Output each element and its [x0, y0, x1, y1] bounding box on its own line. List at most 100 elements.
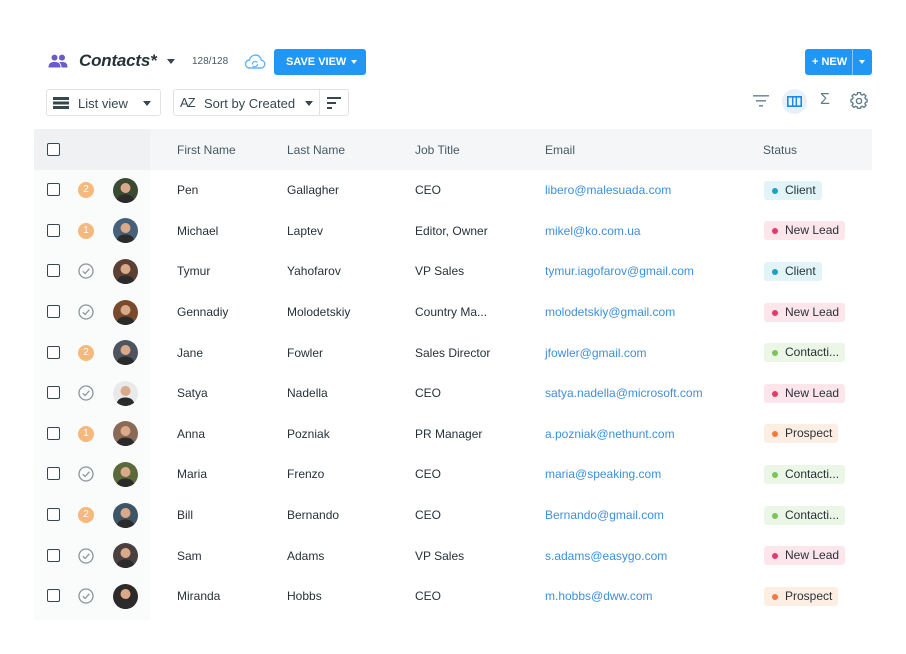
cell-email-link[interactable]: jfowler@gmail.com	[545, 346, 647, 360]
column-header-status[interactable]: Status	[763, 143, 797, 157]
avatar[interactable]	[113, 502, 138, 528]
cell-email-link[interactable]: satya.nadella@microsoft.com	[545, 386, 703, 400]
cell-first-name[interactable]: Satya	[177, 386, 208, 400]
status-badge[interactable]: Contacti...	[764, 464, 846, 484]
new-record-caret-icon[interactable]	[859, 60, 865, 64]
check-circle-icon[interactable]	[78, 304, 94, 320]
cell-last-name[interactable]: Yahofarov	[287, 264, 341, 278]
status-badge[interactable]: New Lead	[764, 221, 846, 241]
task-count-badge[interactable]: 2	[78, 344, 94, 361]
row-checkbox[interactable]	[47, 467, 60, 481]
cell-email-link[interactable]: libero@malesuada.com	[545, 183, 671, 197]
cell-first-name[interactable]: Michael	[177, 224, 218, 238]
cell-job-title[interactable]: CEO	[415, 508, 441, 522]
columns-button[interactable]	[782, 89, 807, 114]
avatar[interactable]	[113, 543, 138, 569]
avatar[interactable]	[113, 177, 138, 203]
cell-first-name[interactable]: Miranda	[177, 589, 220, 603]
cell-last-name[interactable]: Gallagher	[287, 183, 339, 197]
avatar[interactable]	[113, 461, 138, 487]
select-all-checkbox[interactable]	[47, 143, 60, 156]
table-row[interactable]: Maria Frenzo CEO maria@speaking.com Contact…	[34, 454, 872, 495]
status-badge[interactable]: New Lead	[764, 383, 846, 403]
sum-icon[interactable]: Σ	[820, 91, 830, 109]
save-view-caret-icon[interactable]	[351, 60, 357, 64]
table-row[interactable]: 1 Michael Laptev Editor, Owner mikel@ko.com…	[34, 211, 872, 252]
row-checkbox[interactable]	[47, 264, 60, 278]
cell-email-link[interactable]: s.adams@easygo.com	[545, 549, 667, 563]
cell-job-title[interactable]: CEO	[415, 467, 441, 481]
status-badge[interactable]: New Lead	[764, 546, 846, 566]
cell-first-name[interactable]: Gennadiy	[177, 305, 228, 319]
status-badge[interactable]: New Lead	[764, 302, 846, 322]
cell-email-link[interactable]: a.pozniak@nethunt.com	[545, 427, 675, 441]
avatar[interactable]	[113, 380, 138, 406]
column-header-first-name[interactable]: First Name	[177, 143, 236, 157]
status-badge[interactable]: Contacti...	[764, 343, 846, 363]
cell-email-link[interactable]: Bernando@gmail.com	[545, 508, 664, 522]
cell-job-title[interactable]: PR Manager	[415, 427, 482, 441]
check-circle-icon[interactable]	[78, 588, 94, 604]
cloud-sync-icon[interactable]	[244, 53, 266, 71]
avatar[interactable]	[113, 583, 138, 609]
cell-job-title[interactable]: CEO	[415, 386, 441, 400]
cell-first-name[interactable]: Maria	[177, 467, 207, 481]
avatar[interactable]	[113, 258, 138, 284]
row-checkbox[interactable]	[47, 589, 60, 603]
cell-last-name[interactable]: Bernando	[287, 508, 339, 522]
cell-first-name[interactable]: Jane	[177, 346, 203, 360]
check-circle-icon[interactable]	[78, 466, 94, 483]
view-mode-select[interactable]: List view	[46, 89, 161, 116]
table-row[interactable]: Tymur Yahofarov VP Sales tymur.iagofarov@gm…	[34, 251, 872, 292]
column-header-job-title[interactable]: Job Title	[415, 143, 460, 157]
row-checkbox[interactable]	[47, 305, 60, 319]
cell-email-link[interactable]: molodetskiy@gmail.com	[545, 305, 675, 319]
row-checkbox[interactable]	[47, 386, 60, 400]
cell-job-title[interactable]: CEO	[415, 589, 441, 603]
cell-last-name[interactable]: Nadella	[287, 386, 328, 400]
table-row[interactable]: 2 Jane Fowler Sales Director jfowler@gmail.…	[34, 332, 872, 373]
task-count-badge[interactable]: 2	[78, 507, 94, 524]
cell-job-title[interactable]: Country Ma...	[415, 305, 487, 319]
task-count-badge[interactable]: 1	[78, 425, 94, 442]
row-checkbox[interactable]	[47, 223, 60, 237]
column-header-last-name[interactable]: Last Name	[287, 143, 345, 157]
status-badge[interactable]: Client	[764, 180, 822, 200]
status-badge[interactable]: Contacti...	[764, 505, 846, 525]
cell-email-link[interactable]: tymur.iagofarov@gmail.com	[545, 264, 694, 278]
cell-last-name[interactable]: Pozniak	[287, 427, 330, 441]
check-circle-icon[interactable]	[78, 548, 94, 564]
cell-first-name[interactable]: Sam	[177, 549, 202, 563]
cell-last-name[interactable]: Frenzo	[287, 467, 324, 481]
view-menu-caret-icon[interactable]	[167, 59, 175, 64]
table-row[interactable]: 2 Pen Gallagher CEO libero@malesuada.com Cl…	[34, 170, 872, 211]
avatar[interactable]	[113, 340, 138, 366]
cell-job-title[interactable]: CEO	[415, 183, 441, 197]
status-badge[interactable]: Prospect	[764, 586, 839, 606]
avatar[interactable]	[113, 299, 138, 325]
check-circle-icon[interactable]	[78, 263, 94, 280]
view-title[interactable]: Contacts*	[79, 51, 157, 71]
table-row[interactable]: Gennadiy Molodetskiy Country Ma... molodets…	[34, 292, 872, 333]
cell-email-link[interactable]: m.hobbs@dww.com	[545, 589, 653, 603]
save-view-button[interactable]: SAVE VIEW	[274, 49, 366, 75]
task-count-badge[interactable]: 1	[78, 222, 94, 239]
new-record-button[interactable]: + NEW	[805, 49, 872, 75]
table-row[interactable]: 1 Anna Pozniak PR Manager a.pozniak@nethunt…	[34, 414, 872, 455]
cell-email-link[interactable]: mikel@ko.com.ua	[545, 224, 641, 238]
avatar[interactable]	[113, 218, 138, 244]
cell-job-title[interactable]: VP Sales	[415, 264, 464, 278]
cell-last-name[interactable]: Fowler	[287, 346, 323, 360]
sort-direction-icon[interactable]	[325, 96, 343, 110]
sort-select[interactable]: Sort by Created	[204, 96, 295, 111]
row-checkbox[interactable]	[47, 426, 60, 440]
cell-last-name[interactable]: Adams	[287, 549, 324, 563]
check-circle-icon[interactable]	[78, 385, 94, 401]
row-checkbox[interactable]	[47, 548, 60, 562]
row-checkbox[interactable]	[47, 508, 60, 522]
table-row[interactable]: 2 Bill Bernando CEO Bernando@gmail.com Cont…	[34, 495, 872, 536]
table-row[interactable]: Miranda Hobbs CEO m.hobbs@dww.com Prospect	[34, 576, 872, 617]
row-checkbox[interactable]	[47, 345, 60, 359]
cell-last-name[interactable]: Laptev	[287, 224, 323, 238]
cell-job-title[interactable]: VP Sales	[415, 549, 464, 563]
